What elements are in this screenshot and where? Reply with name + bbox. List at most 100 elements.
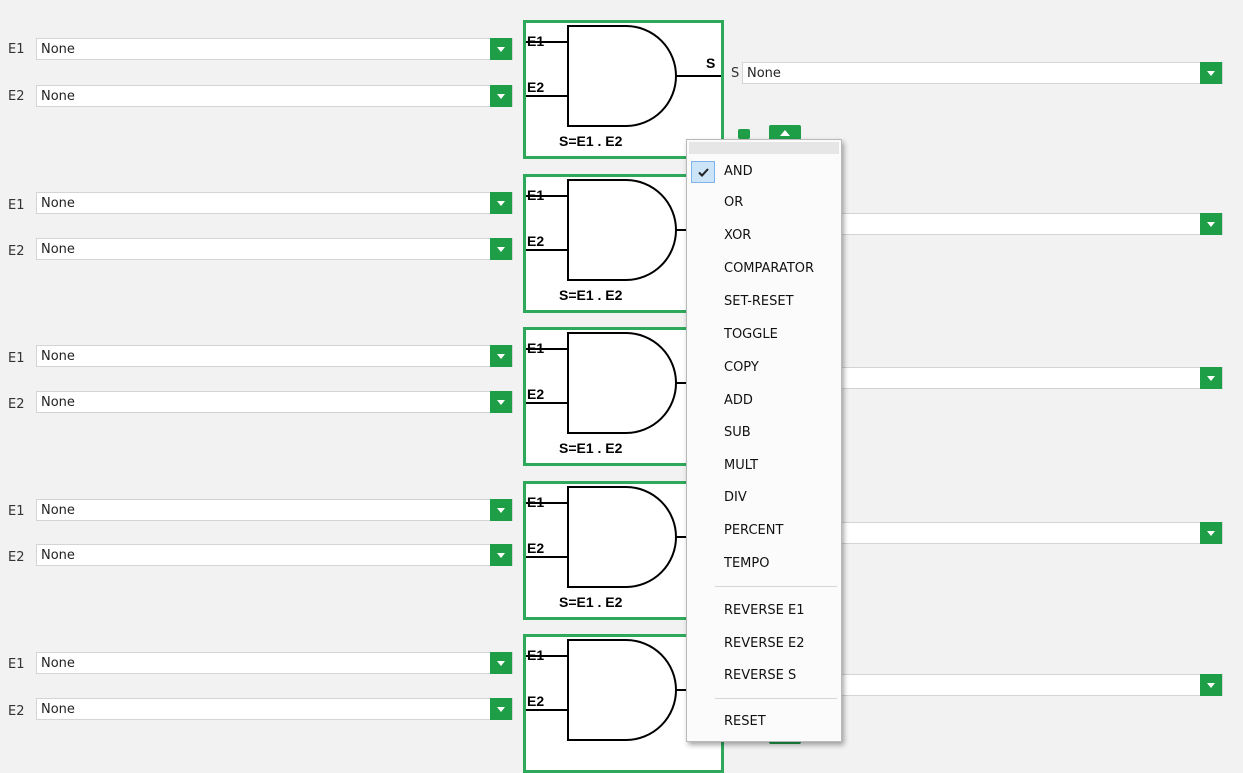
menu-item-tempo[interactable]: TEMPO [687, 548, 841, 578]
menu-item-copy[interactable]: COPY [687, 352, 841, 382]
menu-item-xor[interactable]: XOR [687, 220, 841, 250]
chevron-down-icon[interactable] [1200, 367, 1222, 389]
menu-item-label: REVERSE E1 [724, 603, 805, 618]
e1-select[interactable]: None [36, 38, 513, 60]
logic-row-1: E1 None E2 None E1 E2 S S=E1 . E2 S None [0, 0, 1243, 159]
chevron-down-icon[interactable] [1200, 213, 1222, 235]
menu-item-label: SUB [724, 425, 751, 440]
gate-e1-label: E1 [527, 647, 545, 663]
menu-item-reverse-e1[interactable]: REVERSE E1 [687, 595, 841, 625]
e1-select[interactable]: None [36, 192, 513, 214]
menu-item-label: REVERSE E2 [724, 636, 805, 651]
gate-e2-label: E2 [527, 79, 545, 95]
menu-separator [715, 698, 837, 699]
e2-select[interactable]: None [36, 238, 513, 260]
chevron-down-icon[interactable] [490, 544, 512, 566]
menu-item-toggle[interactable]: TOGGLE [687, 319, 841, 349]
info-icon[interactable] [738, 129, 750, 139]
chevron-down-icon[interactable] [490, 652, 512, 674]
gate-e2-label: E2 [527, 540, 545, 556]
logic-row-3: E1 None E2 None E1 E2 S=E1 . E2 [0, 308, 1243, 466]
menu-item-and[interactable]: AND [687, 156, 841, 186]
menu-item-label: COPY [724, 360, 759, 375]
e2-select-value: None [41, 702, 75, 717]
s-select[interactable]: None [742, 62, 1223, 84]
e1-select[interactable]: None [36, 345, 513, 367]
e1-label: E1 [8, 351, 25, 366]
logic-row-2: E1 None E2 None E1 E2 S=E1 . E2 [0, 154, 1243, 313]
e2-select[interactable]: None [36, 85, 513, 107]
menu-item-div[interactable]: DIV [687, 482, 841, 512]
menu-separator [715, 586, 837, 587]
chevron-down-icon[interactable] [1200, 674, 1222, 696]
menu-item-label: AND [724, 164, 753, 179]
menu-item-label: RESET [724, 714, 766, 729]
chevron-down-icon[interactable] [490, 698, 512, 720]
menu-item-reset[interactable]: RESET [687, 706, 841, 736]
e2-select[interactable]: None [36, 544, 513, 566]
chevron-down-icon[interactable] [490, 85, 512, 107]
menu-item-label: COMPARATOR [724, 261, 815, 276]
e1-label: E1 [8, 504, 25, 519]
e2-label: E2 [8, 397, 25, 412]
e2-label: E2 [8, 704, 25, 719]
e2-select[interactable]: None [36, 698, 513, 720]
chevron-down-icon[interactable] [490, 238, 512, 260]
checkmark-icon [691, 161, 715, 183]
menu-item-label: REVERSE S [724, 668, 797, 683]
gate-e1-label: E1 [527, 340, 545, 356]
gate-e1-label: E1 [527, 33, 545, 49]
e1-select-value: None [41, 656, 75, 671]
e1-select[interactable]: None [36, 499, 513, 521]
menu-item-add[interactable]: ADD [687, 385, 841, 415]
menu-item-label: ADD [724, 393, 753, 408]
chevron-down-icon[interactable] [490, 391, 512, 413]
e1-label: E1 [8, 42, 25, 57]
menu-item-reverse-e2[interactable]: REVERSE E2 [687, 628, 841, 658]
e1-select-value: None [41, 349, 75, 364]
menu-item-label: SET-RESET [724, 294, 794, 309]
e1-select-value: None [41, 196, 75, 211]
gate-formula: S=E1 . E2 [559, 287, 623, 303]
menu-item-mult[interactable]: MULT [687, 450, 841, 480]
chevron-down-icon[interactable] [490, 38, 512, 60]
menu-item-reverse-s[interactable]: REVERSE S [687, 660, 841, 690]
s-label: S [731, 66, 740, 81]
menu-item-sub[interactable]: SUB [687, 417, 841, 447]
menu-item-label: PERCENT [724, 523, 784, 538]
gate-formula: S=E1 . E2 [559, 594, 623, 610]
gate-e2-label: E2 [527, 386, 545, 402]
logic-row-4: E1 None E2 None E1 E2 S=E1 . E2 [0, 462, 1243, 620]
menu-top-bar [689, 142, 839, 154]
gate-s-label: S [706, 55, 716, 71]
chevron-down-icon[interactable] [490, 345, 512, 367]
menu-item-set-reset[interactable]: SET-RESET [687, 286, 841, 316]
chevron-down-icon[interactable] [490, 499, 512, 521]
menu-item-label: DIV [724, 490, 747, 505]
e2-select-value: None [41, 548, 75, 563]
menu-item-percent[interactable]: PERCENT [687, 515, 841, 545]
menu-item-comparator[interactable]: COMPARATOR [687, 253, 841, 283]
e2-label: E2 [8, 89, 25, 104]
menu-item-label: MULT [724, 458, 759, 473]
gate-e2-label: E2 [527, 233, 545, 249]
logic-row-5: E1 None E2 None E1 E2 [0, 616, 1243, 773]
gate-e2-label: E2 [527, 693, 545, 709]
chevron-down-icon[interactable] [1200, 62, 1222, 84]
e2-label: E2 [8, 244, 25, 259]
e2-select-value: None [41, 242, 75, 257]
e1-select-value: None [41, 503, 75, 518]
gate-type-context-menu: AND OR XOR COMPARATOR SET-RESET TOGGLE C… [686, 139, 842, 742]
gate-e1-label: E1 [527, 187, 545, 203]
menu-item-or[interactable]: OR [687, 187, 841, 217]
chevron-down-icon[interactable] [490, 192, 512, 214]
e2-select-value: None [41, 395, 75, 410]
e2-select[interactable]: None [36, 391, 513, 413]
e2-label: E2 [8, 550, 25, 565]
chevron-up-icon [780, 130, 790, 136]
e1-select[interactable]: None [36, 652, 513, 674]
e2-select-value: None [41, 89, 75, 104]
gate-formula: S=E1 . E2 [559, 440, 623, 456]
e1-label: E1 [8, 657, 25, 672]
chevron-down-icon[interactable] [1200, 522, 1222, 544]
